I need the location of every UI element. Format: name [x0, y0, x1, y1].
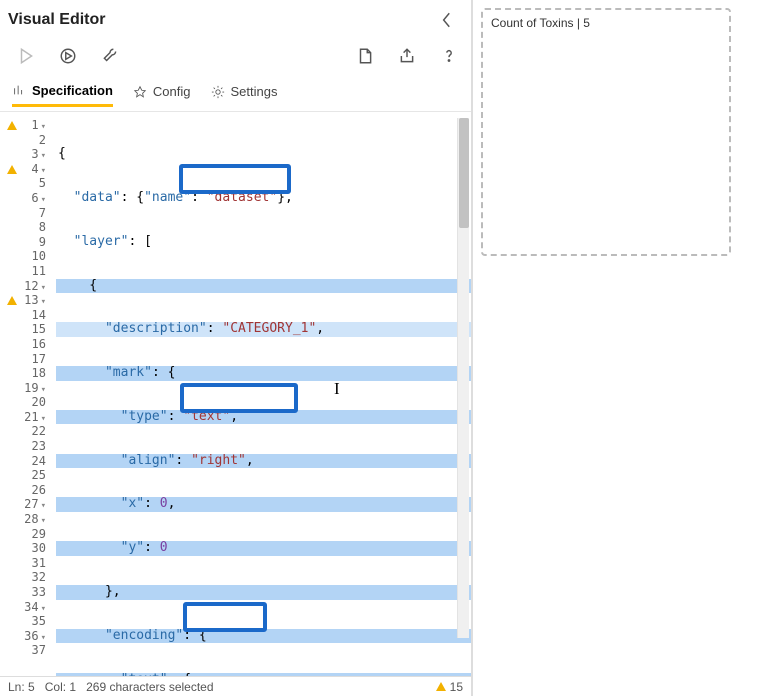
- scrollbar-vertical[interactable]: [457, 118, 469, 638]
- text-cursor-icon: I: [334, 382, 340, 397]
- tab-label: Config: [153, 84, 191, 99]
- preview-text: Count of Toxins | 5: [491, 16, 590, 30]
- tab-specification[interactable]: Specification: [12, 83, 113, 107]
- warning-icon: [436, 682, 446, 691]
- code-line: "mark": {: [56, 366, 471, 381]
- code-line: },: [56, 585, 471, 600]
- status-col-label: Col:: [45, 680, 66, 694]
- status-bar: Ln: 5 Col: 1 269 characters selected 15: [0, 676, 471, 696]
- help-icon[interactable]: [437, 44, 461, 68]
- tab-config[interactable]: Config: [133, 84, 191, 105]
- tab-label: Specification: [32, 83, 113, 98]
- gutter-warnings: [0, 112, 24, 676]
- code-editor[interactable]: 1▾23▾ 4▾56▾ 7891011 12▾13▾141516 171819▾…: [0, 112, 471, 676]
- code-line: "layer": [: [56, 235, 471, 250]
- new-doc-icon[interactable]: [353, 44, 377, 68]
- status-warning-count: 15: [450, 680, 463, 694]
- code-line: "x": 0,: [56, 497, 471, 512]
- code-line: "data": {"name": "dataset"},: [56, 191, 471, 206]
- preview-panel: Count of Toxins | 5: [481, 8, 731, 256]
- code-area[interactable]: { "data": {"name": "dataset"}, "layer": …: [52, 112, 471, 676]
- code-line: "description": "CATEGORY_1",: [56, 322, 471, 337]
- status-selection: 269 characters selected: [86, 680, 213, 694]
- collapse-pane-icon[interactable]: [435, 8, 459, 32]
- code-line: "encoding": {: [56, 629, 471, 644]
- warning-icon: [7, 165, 17, 174]
- line-numbers: 1▾23▾ 4▾56▾ 7891011 12▾13▾141516 171819▾…: [24, 112, 52, 676]
- export-icon[interactable]: [395, 44, 419, 68]
- code-line: "text": {: [56, 673, 471, 676]
- autorun-icon[interactable]: [56, 44, 80, 68]
- status-ln-label: Ln:: [8, 680, 25, 694]
- code-line: "y": 0: [56, 541, 471, 556]
- run-icon[interactable]: [14, 44, 38, 68]
- code-line: {: [56, 147, 471, 162]
- tab-label: Settings: [231, 84, 278, 99]
- code-line: "align": "right",: [56, 454, 471, 469]
- status-col: 1: [69, 680, 76, 694]
- status-ln: 5: [28, 680, 35, 694]
- warning-icon: [7, 296, 17, 305]
- code-line: {: [56, 279, 471, 294]
- tab-settings[interactable]: Settings: [211, 84, 278, 105]
- warning-icon: [7, 121, 17, 130]
- page-title: Visual Editor: [8, 11, 106, 29]
- code-line: "type": "text",: [56, 410, 471, 425]
- repair-icon[interactable]: [98, 44, 122, 68]
- scroll-thumb[interactable]: [459, 118, 469, 228]
